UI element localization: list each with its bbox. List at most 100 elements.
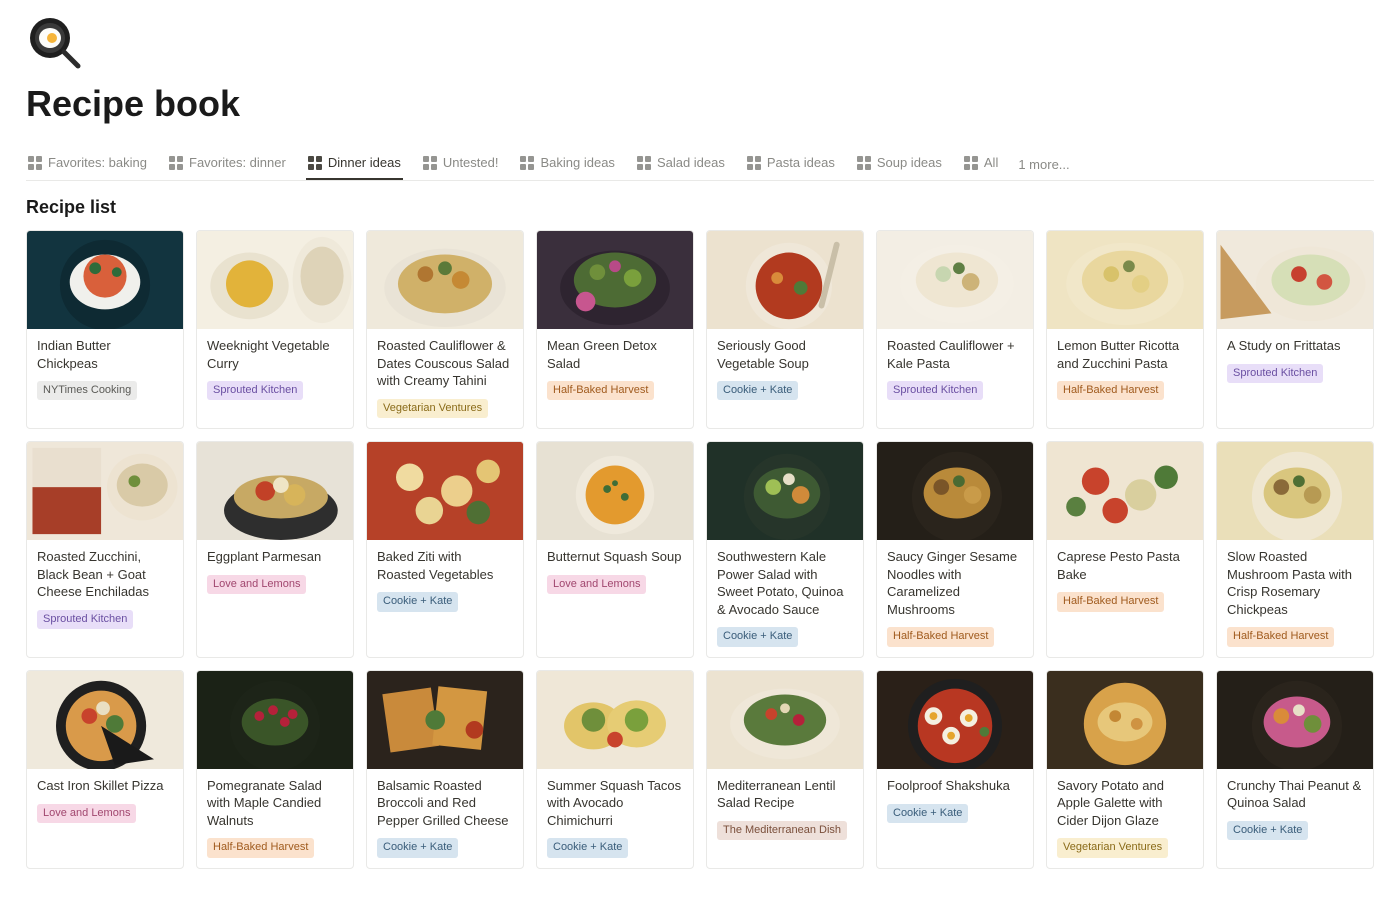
tab-soup-ideas[interactable]: Soup ideas bbox=[855, 149, 944, 180]
source-tag: Cookie + Kate bbox=[717, 627, 798, 646]
gallery-card[interactable]: Savory Potato and Apple Galette with Cid… bbox=[1046, 670, 1204, 869]
gallery-card[interactable]: Pomegranate Salad with Maple Candied Wal… bbox=[196, 670, 354, 869]
card-cover-image bbox=[707, 442, 863, 540]
card-title: Lemon Butter Ricotta and Zucchini Pasta bbox=[1057, 337, 1193, 372]
source-tag: Love and Lemons bbox=[37, 804, 136, 823]
tab-label: Soup ideas bbox=[877, 155, 942, 170]
tab-all[interactable]: All bbox=[962, 149, 1000, 180]
card-title: Mediterranean Lentil Salad Recipe bbox=[717, 777, 853, 812]
card-title: Pomegranate Salad with Maple Candied Wal… bbox=[207, 777, 343, 830]
gallery-card[interactable]: Balsamic Roasted Broccoli and Red Pepper… bbox=[366, 670, 524, 869]
card-title: Seriously Good Vegetable Soup bbox=[717, 337, 853, 372]
tab-untested-[interactable]: Untested! bbox=[421, 149, 501, 180]
card-cover-image bbox=[367, 231, 523, 329]
gallery-card[interactable]: A Study on Frittatas Sprouted Kitchen bbox=[1216, 230, 1374, 429]
gallery-view-icon bbox=[964, 156, 978, 170]
card-title: Roasted Zucchini, Black Bean + Goat Chee… bbox=[37, 548, 173, 601]
tab-label: Favorites: baking bbox=[48, 155, 147, 170]
page-emoji-icon[interactable] bbox=[26, 14, 1374, 75]
card-title: Balsamic Roasted Broccoli and Red Pepper… bbox=[377, 777, 513, 830]
card-cover-image bbox=[367, 671, 523, 769]
tab-pasta-ideas[interactable]: Pasta ideas bbox=[745, 149, 837, 180]
gallery-card[interactable]: Baked Ziti with Roasted VegetablesCookie… bbox=[366, 441, 524, 658]
gallery-card[interactable]: Weeknight Vegetable Curry Sprouted Kitche… bbox=[196, 230, 354, 429]
card-title: Crunchy Thai Peanut & Quinoa Salad bbox=[1227, 777, 1363, 812]
tab-salad-ideas[interactable]: Salad ideas bbox=[635, 149, 727, 180]
source-tag: Half-Baked Harvest bbox=[1057, 381, 1164, 400]
tab-baking-ideas[interactable]: Baking ideas bbox=[518, 149, 616, 180]
card-title: Slow Roasted Mushroom Pasta with Crisp R… bbox=[1227, 548, 1363, 618]
card-cover-image bbox=[1217, 442, 1373, 540]
gallery-view: Indian Butter ChickpeasNYTimes CookingWe… bbox=[26, 230, 1374, 869]
card-title: Roasted Cauliflower & Dates Couscous Sal… bbox=[377, 337, 513, 390]
source-tag: Sprouted Kitchen bbox=[1227, 364, 1323, 383]
source-tag: Vegetarian Ventures bbox=[377, 399, 488, 418]
card-title: Foolproof Shakshuka bbox=[887, 777, 1023, 795]
gallery-card[interactable]: Southwestern Kale Power Salad with Sweet… bbox=[706, 441, 864, 658]
card-title: Summer Squash Tacos with Avocado Chimich… bbox=[547, 777, 683, 830]
source-tag: Sprouted Kitchen bbox=[207, 381, 303, 400]
gallery-card[interactable]: Crunchy Thai Peanut & Quinoa SaladCookie… bbox=[1216, 670, 1374, 869]
tab-label: Salad ideas bbox=[657, 155, 725, 170]
tab-dinner-ideas[interactable]: Dinner ideas bbox=[306, 149, 403, 180]
gallery-card[interactable]: Cast Iron Skillet PizzaLove and Lemons bbox=[26, 670, 184, 869]
source-tag: Half-Baked Harvest bbox=[887, 627, 994, 646]
card-cover-image bbox=[1047, 671, 1203, 769]
source-tag: Cookie + Kate bbox=[717, 381, 798, 400]
page-title: Recipe book bbox=[26, 83, 1374, 125]
card-title: Southwestern Kale Power Salad with Sweet… bbox=[717, 548, 853, 618]
gallery-card[interactable]: Roasted Cauliflower + Kale PastaSprouted… bbox=[876, 230, 1034, 429]
card-cover-image bbox=[537, 671, 693, 769]
gallery-card[interactable]: Foolproof ShakshukaCookie + Kate bbox=[876, 670, 1034, 869]
tab-label: All bbox=[984, 155, 998, 170]
source-tag: Half-Baked Harvest bbox=[207, 838, 314, 857]
gallery-card[interactable]: Roasted Zucchini, Black Bean + Goat Chee… bbox=[26, 441, 184, 658]
card-cover-image bbox=[537, 442, 693, 540]
source-tag: Half-Baked Harvest bbox=[1227, 627, 1334, 646]
card-cover-image bbox=[877, 231, 1033, 329]
database-title[interactable]: Recipe list bbox=[26, 197, 1374, 218]
gallery-card[interactable]: Indian Butter ChickpeasNYTimes Cooking bbox=[26, 230, 184, 429]
card-title: Saucy Ginger Sesame Noodles with Caramel… bbox=[887, 548, 1023, 618]
card-title: Weeknight Vegetable Curry bbox=[207, 337, 343, 372]
gallery-card[interactable]: Lemon Butter Ricotta and Zucchini Pasta H… bbox=[1046, 230, 1204, 429]
card-cover-image bbox=[707, 231, 863, 329]
tab-favorites-dinner[interactable]: Favorites: dinner bbox=[167, 149, 288, 180]
gallery-card[interactable]: Saucy Ginger Sesame Noodles with Caramel… bbox=[876, 441, 1034, 658]
card-cover-image bbox=[27, 231, 183, 329]
card-title: A Study on Frittatas bbox=[1227, 337, 1363, 355]
gallery-card[interactable]: Eggplant ParmesanLove and Lemons bbox=[196, 441, 354, 658]
gallery-card[interactable]: Seriously Good Vegetable Soup Cookie + Ka… bbox=[706, 230, 864, 429]
gallery-card[interactable]: Slow Roasted Mushroom Pasta with Crisp R… bbox=[1216, 441, 1374, 658]
source-tag: The Mediterranean Dish bbox=[717, 821, 847, 840]
card-cover-image bbox=[197, 231, 353, 329]
gallery-card[interactable]: Mean Green Detox SaladHalf-Baked Harvest bbox=[536, 230, 694, 429]
gallery-card[interactable]: Mediterranean Lentil Salad Recipe The Med… bbox=[706, 670, 864, 869]
source-tag: Cookie + Kate bbox=[377, 592, 458, 611]
source-tag: Love and Lemons bbox=[547, 575, 646, 594]
card-cover-image bbox=[537, 231, 693, 329]
gallery-card[interactable]: Caprese Pesto Pasta BakeHalf-Baked Harve… bbox=[1046, 441, 1204, 658]
card-cover-image bbox=[197, 442, 353, 540]
gallery-card[interactable]: Butternut Squash Soup Love and Lemons bbox=[536, 441, 694, 658]
gallery-view-icon bbox=[747, 156, 761, 170]
gallery-card[interactable]: Summer Squash Tacos with Avocado Chimich… bbox=[536, 670, 694, 869]
card-cover-image bbox=[1217, 671, 1373, 769]
card-title: Savory Potato and Apple Galette with Cid… bbox=[1057, 777, 1193, 830]
gallery-view-icon bbox=[169, 156, 183, 170]
gallery-card[interactable]: Roasted Cauliflower & Dates Couscous Sal… bbox=[366, 230, 524, 429]
card-title: Roasted Cauliflower + Kale Pasta bbox=[887, 337, 1023, 372]
tab-favorites-baking[interactable]: Favorites: baking bbox=[26, 149, 149, 180]
card-title: Butternut Squash Soup bbox=[547, 548, 683, 566]
card-title: Mean Green Detox Salad bbox=[547, 337, 683, 372]
card-cover-image bbox=[27, 442, 183, 540]
source-tag: Vegetarian Ventures bbox=[1057, 838, 1168, 857]
card-title: Caprese Pesto Pasta Bake bbox=[1057, 548, 1193, 583]
source-tag: Cookie + Kate bbox=[377, 838, 458, 857]
source-tag: Cookie + Kate bbox=[547, 838, 628, 857]
more-views[interactable]: 1 more... bbox=[1018, 157, 1069, 172]
source-tag: NYTimes Cooking bbox=[37, 381, 137, 400]
card-title: Eggplant Parmesan bbox=[207, 548, 343, 566]
card-cover-image bbox=[1217, 231, 1373, 329]
gallery-view-icon bbox=[28, 156, 42, 170]
